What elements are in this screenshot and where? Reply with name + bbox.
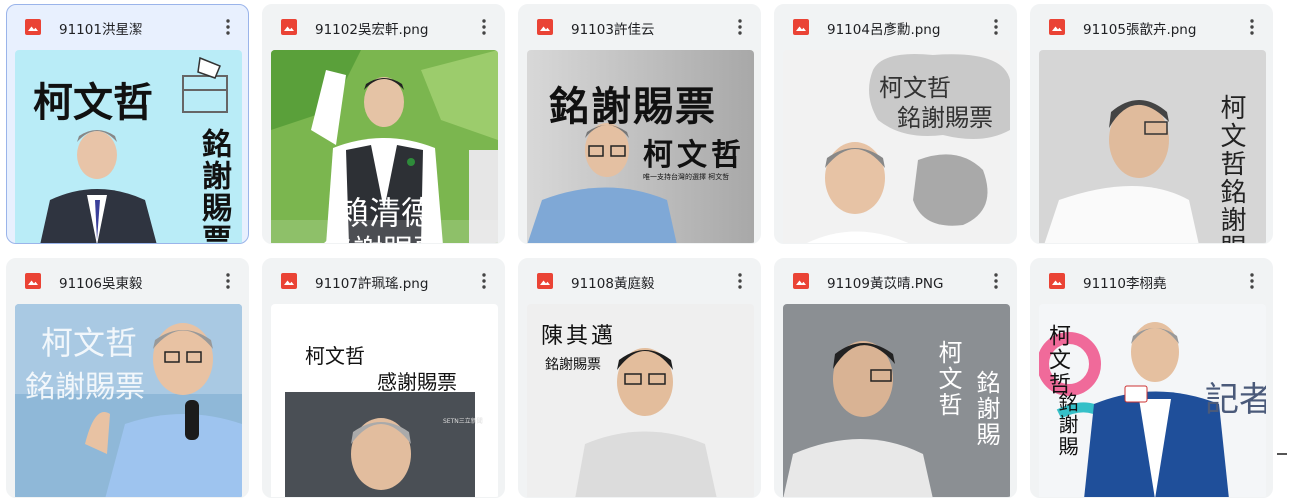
thumbnail-caption: 銘謝賜票 — [545, 354, 601, 374]
file-card[interactable]: 91102吳宏軒.png 賴清德 銘謝賜票 — [262, 4, 505, 244]
thumbnail-caption: 柯文哲 — [931, 340, 966, 418]
file-card-header: 91109黃苡晴.PNG — [775, 259, 1016, 303]
more-vert-icon[interactable] — [1240, 15, 1264, 39]
file-name: 91101洪星潔 — [59, 18, 142, 38]
file-card[interactable]: 91106吳東毅 柯文哲 銘謝賜票 — [6, 258, 249, 498]
image-file-icon — [793, 273, 809, 289]
thumbnail-caption: 柯文哲 — [1041, 324, 1073, 396]
more-vert-icon[interactable] — [216, 15, 240, 39]
thumbnail-caption: 銘謝賜票 — [323, 226, 443, 244]
file-card-header: 91105張歆卉.png — [1031, 5, 1272, 49]
thumbnail-caption: 陳其邁 — [541, 318, 616, 350]
file-card[interactable]: 91104呂彥勳.png 柯文哲 銘謝賜票 — [774, 4, 1017, 244]
thumbnail-caption: SETN三立新聞 — [443, 416, 483, 425]
image-file-icon — [793, 19, 809, 35]
image-file-icon — [25, 273, 41, 289]
file-card-header: 91108黃庭毅 — [519, 259, 760, 303]
more-vert-icon[interactable] — [728, 269, 752, 293]
file-card-header: 91110李栩堯 — [1031, 259, 1272, 303]
thumbnail-caption: 銘謝賜 — [969, 370, 1004, 448]
file-card[interactable]: 91109黃苡晴.PNG 柯文哲 銘謝賜 — [774, 258, 1017, 498]
more-vert-icon[interactable] — [216, 269, 240, 293]
thumbnail-caption: 銘謝賜票 — [549, 74, 717, 132]
file-thumbnail[interactable]: 柯文哲 銘謝賜票 — [15, 50, 242, 244]
file-card[interactable]: 91103許佳云 銘謝賜票 柯文哲 唯一支持台灣的選擇 柯文哲 — [518, 4, 761, 244]
thumbnail-caption: 柯文哲 — [41, 318, 137, 364]
file-thumbnail[interactable]: 賴清德 銘謝賜票 — [271, 50, 498, 244]
file-thumbnail[interactable]: 柯文哲 銘謝賜 — [783, 304, 1010, 498]
file-thumbnail[interactable]: 柯文哲 感謝賜票 SETN三立新聞 — [271, 304, 498, 498]
more-vert-icon[interactable] — [984, 15, 1008, 39]
thumbnail-caption: 柯文哲 — [305, 340, 365, 369]
file-name: 91105張歆卉.png — [1083, 18, 1196, 38]
more-vert-icon[interactable] — [984, 269, 1008, 293]
file-card-header: 91103許佳云 — [519, 5, 760, 49]
image-file-icon — [1049, 273, 1065, 289]
file-card[interactable]: 91105張歆卉.png 柯文哲銘謝賜票 — [1030, 4, 1273, 244]
file-thumbnail[interactable]: 銘謝賜票 柯文哲 唯一支持台灣的選擇 柯文哲 — [527, 50, 754, 244]
file-name: 91109黃苡晴.PNG — [827, 272, 943, 292]
file-grid: 91101洪星潔 柯文哲 銘謝賜票 91102吳宏軒.png — [6, 4, 1273, 498]
file-card[interactable]: 91108黃庭毅 陳其邁 銘謝賜票 — [518, 258, 761, 498]
file-card[interactable]: 91110李栩堯 柯文哲 銘謝賜 記者 — [1030, 258, 1273, 498]
thumbnail-caption: 銘謝賜票 — [191, 128, 235, 244]
more-vert-icon[interactable] — [472, 269, 496, 293]
image-file-icon — [281, 19, 297, 35]
image-file-icon — [281, 273, 297, 289]
file-name: 91107許珮瑤.png — [315, 272, 428, 292]
file-card-header: 91106吳東毅 — [7, 259, 248, 303]
file-thumbnail[interactable]: 陳其邁 銘謝賜票 — [527, 304, 754, 498]
file-thumbnail[interactable]: 柯文哲 銘謝賜票 — [15, 304, 242, 498]
image-file-icon — [537, 273, 553, 289]
file-thumbnail[interactable]: 柯文哲銘謝賜票 — [1039, 50, 1266, 244]
file-card-header: 91104呂彥勳.png — [775, 5, 1016, 49]
file-card-header: 91102吳宏軒.png — [263, 5, 504, 49]
more-vert-icon[interactable] — [728, 15, 752, 39]
more-vert-icon[interactable] — [472, 15, 496, 39]
scroll-indicator — [1277, 453, 1287, 455]
image-file-icon — [1049, 19, 1065, 35]
file-card-header: 91107許珮瑤.png — [263, 259, 504, 303]
image-file-icon — [25, 19, 41, 35]
file-name: 91106吳東毅 — [59, 272, 142, 292]
file-name: 91108黃庭毅 — [571, 272, 654, 292]
file-thumbnail[interactable]: 柯文哲 銘謝賜 記者 — [1039, 304, 1266, 498]
thumbnail-caption: 銘謝賜票 — [25, 362, 145, 406]
thumbnail-caption: 柯文哲銘謝賜票 — [1213, 94, 1250, 244]
image-file-icon — [537, 19, 553, 35]
thumbnail-caption: 銘謝賜票 — [897, 98, 993, 133]
file-name: 91104呂彥勳.png — [827, 18, 940, 38]
thumbnail-caption: 唯一支持台灣的選擇 柯文哲 — [643, 172, 729, 182]
file-card-header: 91101洪星潔 — [7, 5, 248, 49]
file-card[interactable]: 91107許珮瑤.png 柯文哲 感謝賜票 SETN三立新聞 — [262, 258, 505, 498]
thumbnail-caption: 記者 — [1205, 372, 1266, 421]
file-card[interactable]: 91101洪星潔 柯文哲 銘謝賜票 — [6, 4, 249, 244]
thumbnail-caption: 感謝賜票 — [377, 366, 457, 395]
thumbnail-caption: 銘謝賜 — [1053, 392, 1082, 458]
file-thumbnail[interactable]: 柯文哲 銘謝賜票 — [783, 50, 1010, 244]
more-vert-icon[interactable] — [1240, 269, 1264, 293]
file-name: 91102吳宏軒.png — [315, 18, 428, 38]
file-name: 91103許佳云 — [571, 18, 654, 38]
thumbnail-caption: 柯文哲 — [643, 130, 745, 174]
thumbnail-caption: 柯文哲 — [33, 70, 153, 128]
thumbnail-image — [271, 304, 498, 498]
file-name: 91110李栩堯 — [1083, 272, 1166, 292]
